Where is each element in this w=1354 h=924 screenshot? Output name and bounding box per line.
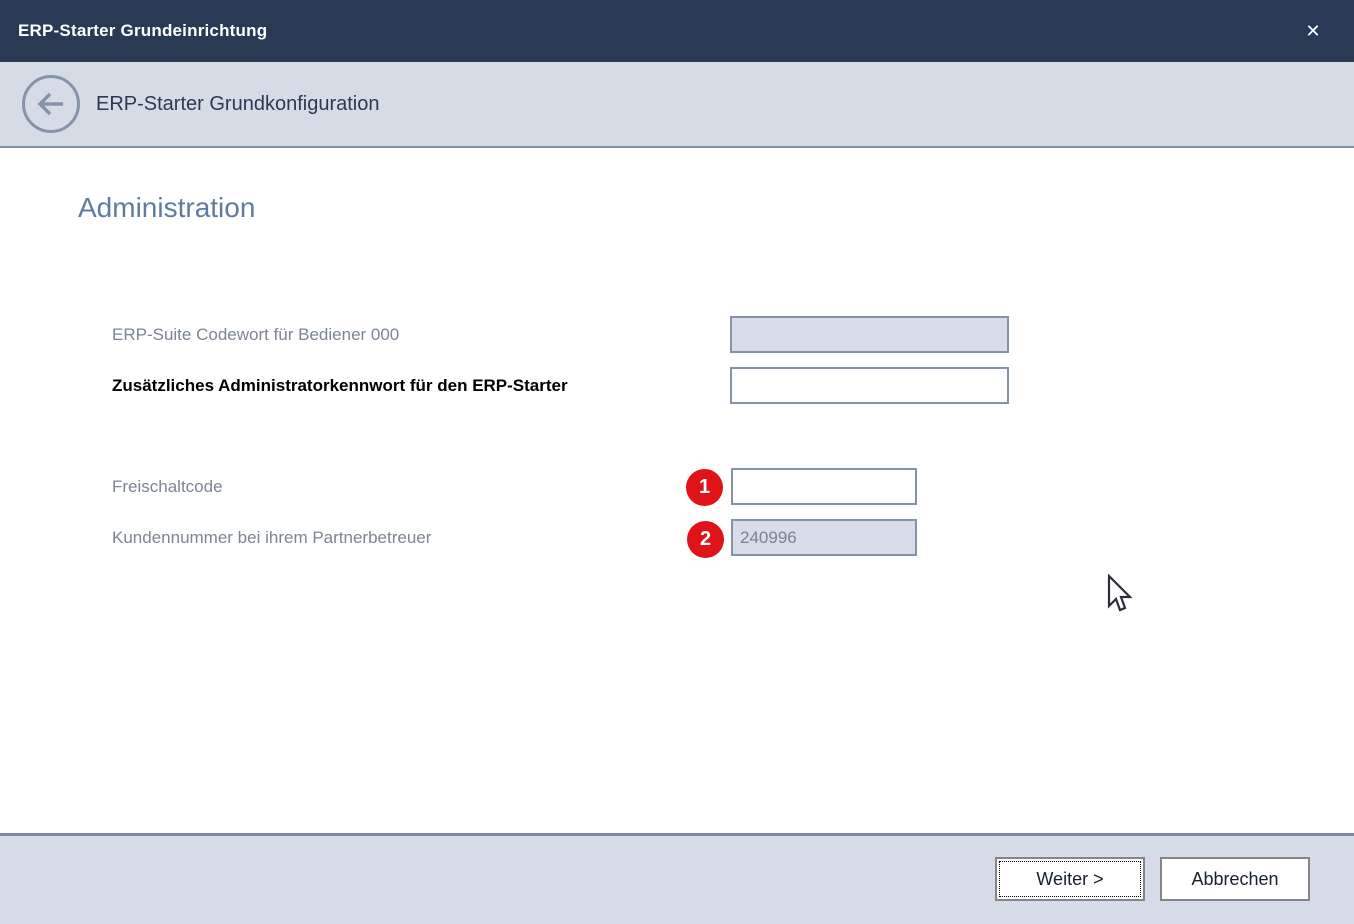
codeword-field: [730, 316, 1009, 353]
window-title: ERP-Starter Grundeinrichtung: [18, 21, 267, 41]
mouse-cursor-icon: [1104, 574, 1134, 621]
step-badge-2: 2: [687, 521, 724, 558]
label-admin-password: Zusätzliches Administratorkennwort für d…: [112, 376, 568, 396]
page-title: Administration: [78, 192, 255, 224]
cancel-button[interactable]: Abbrechen: [1160, 857, 1310, 901]
label-kundennummer: Kundennummer bei ihrem Partnerbetreuer: [112, 528, 431, 548]
wizard-step-title: ERP-Starter Grundkonfiguration: [96, 93, 379, 116]
titlebar: ERP-Starter Grundeinrichtung ✕: [0, 0, 1354, 62]
close-icon[interactable]: ✕: [1296, 14, 1330, 48]
wizard-header: ERP-Starter Grundkonfiguration: [0, 62, 1354, 148]
arrow-left-icon: [34, 87, 68, 121]
back-button[interactable]: [22, 75, 80, 133]
footer-bar: [0, 833, 1354, 924]
freischaltcode-field[interactable]: [731, 468, 917, 505]
admin-password-field[interactable]: [730, 367, 1009, 404]
kundennummer-field: [731, 519, 917, 556]
step-badge-1: 1: [686, 469, 723, 506]
label-freischaltcode: Freischaltcode: [112, 477, 223, 497]
next-button[interactable]: Weiter >: [995, 857, 1145, 901]
label-codeword: ERP-Suite Codewort für Bediener 000: [112, 325, 399, 345]
